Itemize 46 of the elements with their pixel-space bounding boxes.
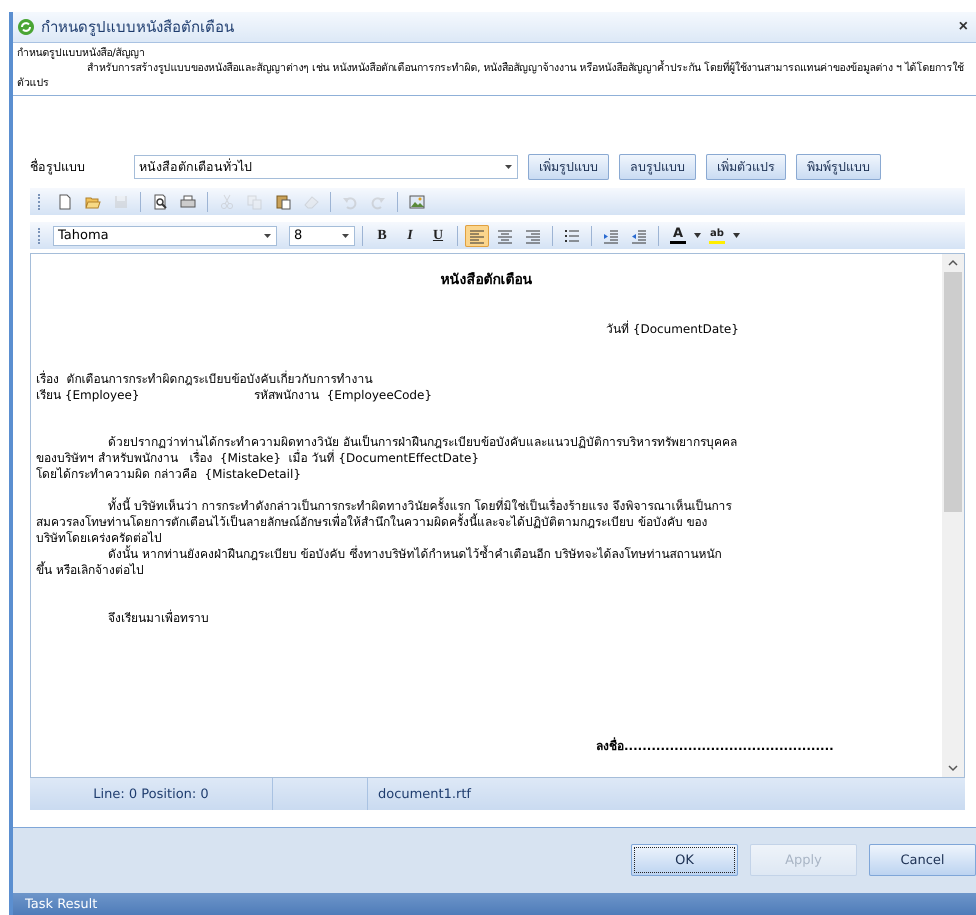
document-line: ขึ้น หรือเลิกจ้างต่อไป <box>36 562 144 578</box>
panel-title: Task Result <box>25 896 98 912</box>
document-line: สมควรลงโทษท่านโดยการตักเตือนไว้เป็นลายลักษณ์อักษรเพื่อให้สำนึกในความผิดครั้งนี้และจะได้ปฏิบัติตามกฎระเบียบ ข้อบังคับ ของ <box>36 514 708 530</box>
document-line: ดังนั้น หากท่านยังคงฝ่าฝืนกฎระเบียบ ข้อบังคับ ซึ่งทางบริษัทได้กำหนดไว้ซ้ำคำเตือนอีก บริษัทจะได้ลงโทษท่านสถานหนัก <box>108 546 722 562</box>
font-dropdown[interactable]: Tahoma <box>53 226 277 246</box>
caret-icon[interactable] <box>694 233 701 238</box>
close-button[interactable]: × <box>958 18 968 36</box>
caret-icon[interactable] <box>733 233 740 238</box>
recycle-icon <box>17 18 35 36</box>
document-line: ของบริษัทฯ สำหรับพนักงาน เรื่อง {Mistake} เมื่อ วันที่ {DocumentEffectDate} <box>36 450 479 466</box>
template-button[interactable]: พิมพ์รูปแบบ <box>796 154 881 180</box>
caret-icon <box>263 232 272 238</box>
description-heading: กำหนดรูปแบบหนังสือ/สัญญา <box>17 46 146 61</box>
caret-icon <box>341 232 350 238</box>
document-line: หนังสือตักเตือน <box>440 272 532 288</box>
template-button[interactable]: เพิ่มตัวแปร <box>706 154 786 180</box>
cursor-position: Line: 0 Position: 0 <box>30 778 273 810</box>
window-title: กำหนดรูปแบบหนังสือตักเตือน <box>41 17 235 38</box>
document-line: เรื่อง ตักเตือนการกระทำผิดกฎระเบียบข้อบังคับเกี่ยวกับการทำงาน <box>36 371 373 387</box>
document-line: ทั้งนี้ บริษัทเห็นว่า การกระทำดังกล่าวเป็นการกระทำผิดทางวินัยครั้งแรก โดยที่มิใช่เป็นเรื่องร้ายแรง จึงพิจารณาเห็นเป็นการ <box>108 498 732 513</box>
scroll-thumb[interactable] <box>944 272 962 512</box>
scrollbar[interactable] <box>942 254 964 777</box>
italic-button[interactable]: I <box>398 224 422 246</box>
description-text: สำหรับการสร้างรูปแบบของหนังสือและสัญญาต่างๆ เช่น หนังหนังสือตักเตือนการกระทำผิด, หนังสือสัญญาจ้างงาน หรือหนังสือสัญญาค้ำประกัน โดยที่ผู้ใช้งานสามารถแทนค่าของข้อมูลต่าง ฯ ได้โดยการใช้ตัวแปร <box>17 61 965 91</box>
font-color-button[interactable]: A <box>666 224 690 246</box>
document-line: บริษัทโดยเคร่งครัดต่อไป <box>36 530 162 545</box>
bold-button[interactable]: B <box>370 224 394 246</box>
template-label: ชื่อรูปแบบ <box>30 157 86 176</box>
document-line: วันที่ {DocumentDate} <box>606 321 739 337</box>
document-line: จึงเรียนมาเพื่อทราบ <box>108 610 209 626</box>
size-dropdown[interactable]: 8 <box>289 226 355 246</box>
file-name: document1.rtf <box>377 786 472 804</box>
template-dropdown[interactable]: หนังสือตักเตือนทั่วไป <box>134 155 518 179</box>
align-left-icon[interactable] <box>465 224 489 246</box>
highlight-button[interactable]: ab <box>705 224 729 246</box>
document-line: ลงชื่อ.............................................. <box>596 738 834 754</box>
document-line: เรียน {Employee} <box>36 387 140 403</box>
dialog-button[interactable]: Cancel <box>869 844 976 876</box>
template-button[interactable]: ลบรูปแบบ <box>619 154 696 180</box>
underline-button[interactable]: U <box>426 224 450 246</box>
caret-icon <box>504 164 513 170</box>
document-line: ด้วยปรากฏว่าท่านได้กระทำความผิดทางวินัย อันเป็นการฝ่าฝืนกฎระเบียบข้อบังคับและแนวปฏิบัติการบริหารทรัพยากรบุคคล <box>108 434 737 450</box>
document-line: โดยได้กระทำความผิด กล่าวคือ {MistakeDetail} <box>36 466 301 482</box>
dialog-button[interactable]: OK <box>631 844 738 876</box>
template-button[interactable]: เพิ่มรูปแบบ <box>528 154 609 180</box>
document-line: รหัสพนักงาน {EmployeeCode} <box>254 387 432 403</box>
